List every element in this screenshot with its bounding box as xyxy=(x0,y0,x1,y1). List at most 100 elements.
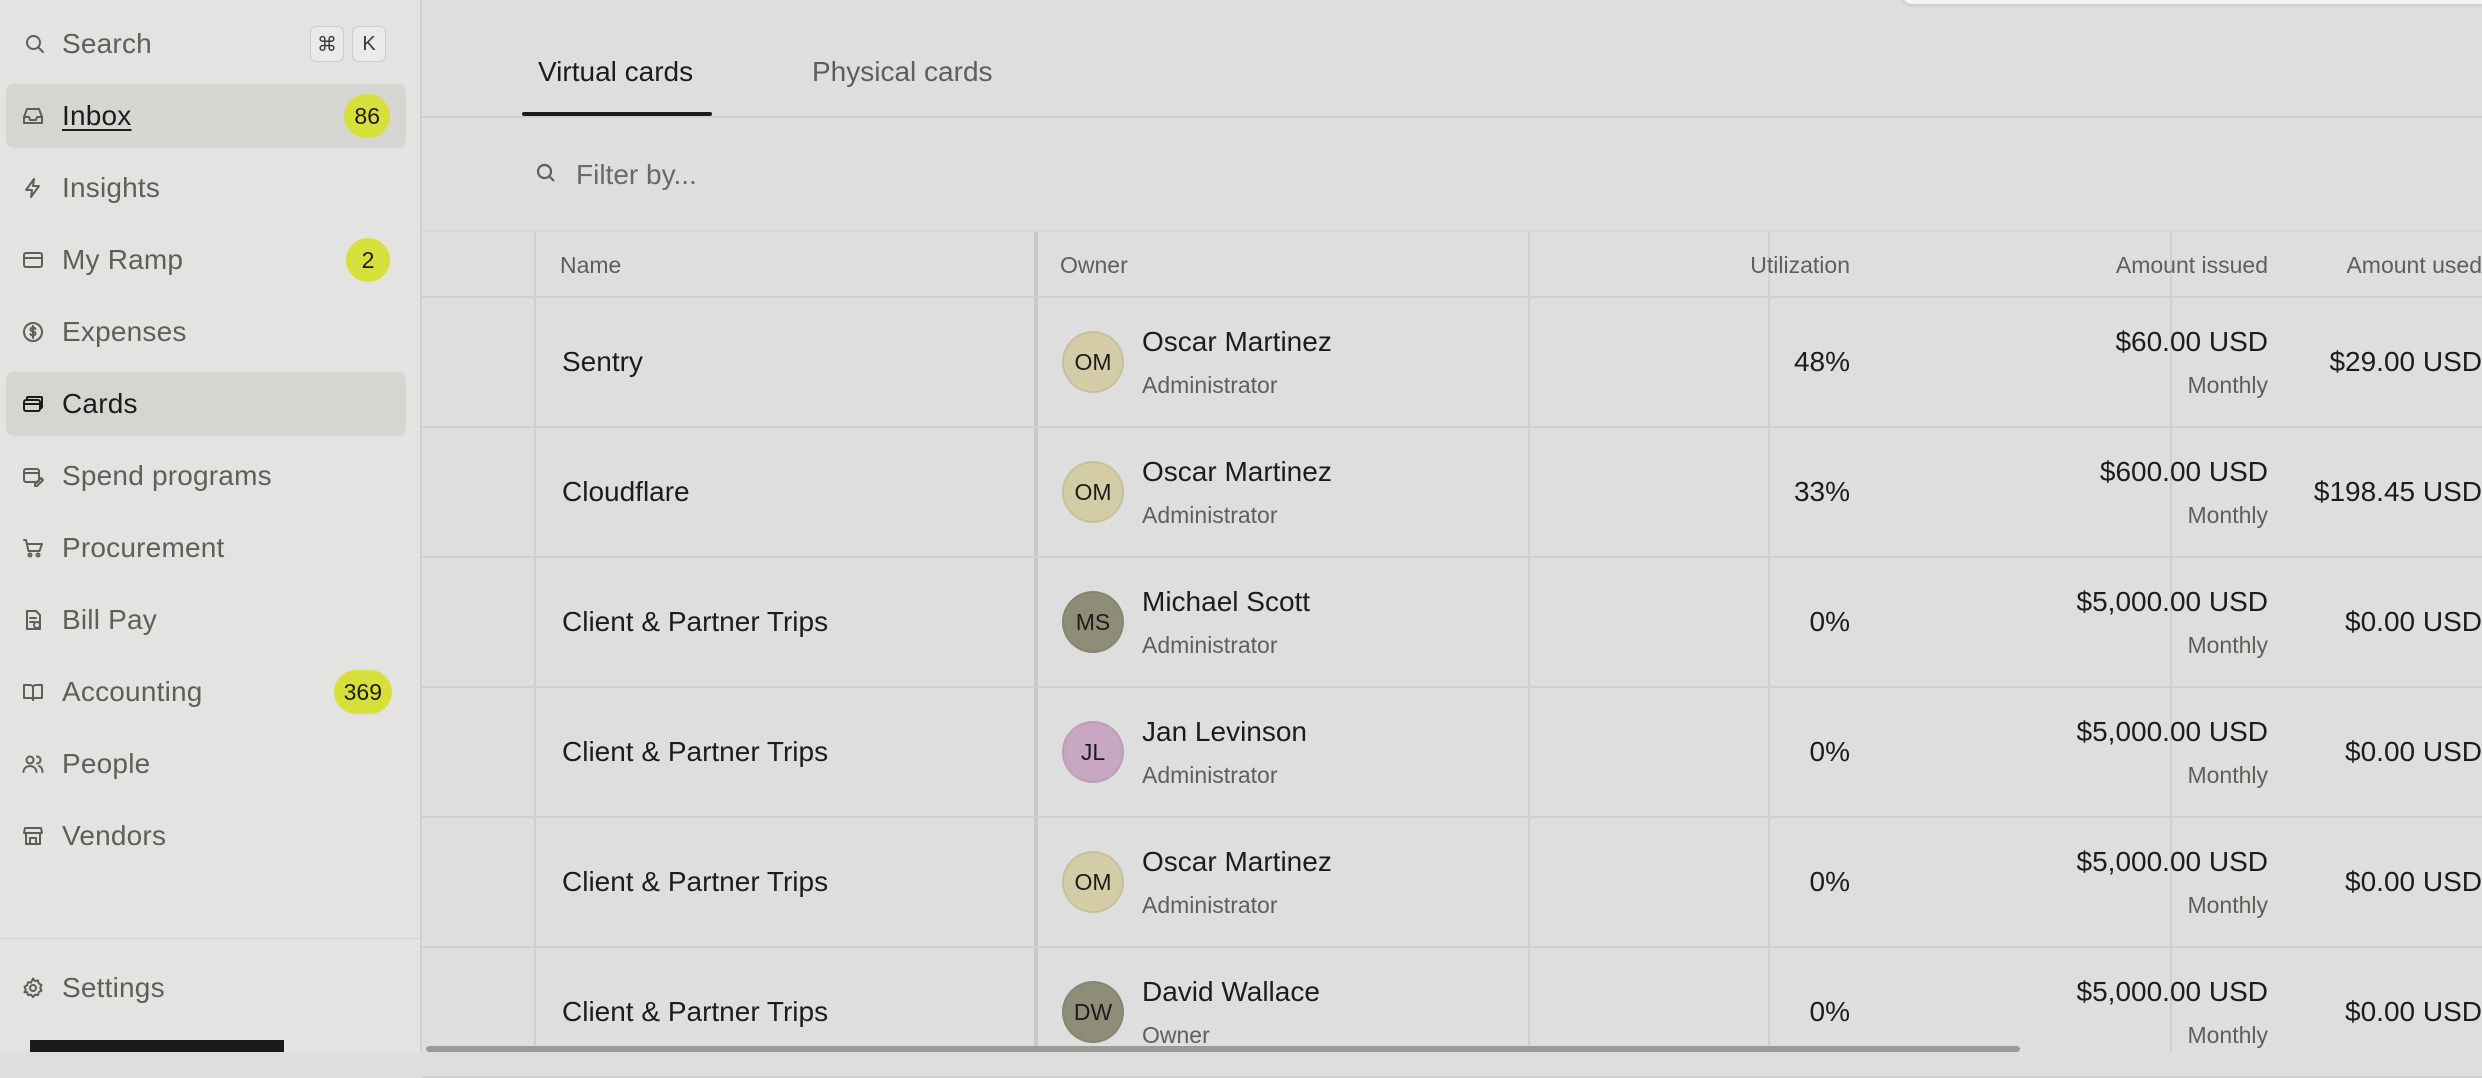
table-row[interactable]: Client & Partner Trips DW David Wallace Own… xyxy=(422,948,2482,1078)
inbox-icon xyxy=(20,103,46,129)
main-content: Virtual cards Physical cards Filter by..… xyxy=(422,0,2482,1078)
table-header: Name Owner Utilization Amount issued Amo… xyxy=(422,232,2482,298)
search-icon xyxy=(22,31,48,57)
table-row[interactable]: Cloudflare OM Oscar Martinez Administrator 3… xyxy=(422,428,2482,558)
tab-physical-cards[interactable]: Physical cards xyxy=(812,56,993,88)
sidebar-item-label: My Ramp xyxy=(62,244,184,275)
avatar: DW xyxy=(1062,981,1124,1043)
bolt-icon xyxy=(20,175,46,201)
owner-role: Administrator xyxy=(1142,892,1278,918)
avatar: OM xyxy=(1062,851,1124,913)
utilization-value: 0% xyxy=(1809,996,1850,1027)
owner-role: Owner xyxy=(1142,1022,1210,1048)
cards-table: Name Owner Utilization Amount issued Amo… xyxy=(422,232,2482,1078)
table-row[interactable]: Client & Partner Trips MS Michael Scott Adm… xyxy=(422,558,2482,688)
sidebar-item-label: People xyxy=(62,748,151,779)
sidebar-item-inbox[interactable]: Inbox 86 xyxy=(6,84,406,148)
people-icon xyxy=(20,751,46,777)
sidebar-item-my-ramp[interactable]: My Ramp 2 xyxy=(6,228,406,292)
amount-used-value: $29.00 USD xyxy=(2329,346,2482,377)
accounting-count-badge: 369 xyxy=(333,670,392,714)
utilization-value: 0% xyxy=(1809,866,1850,897)
column-header-owner[interactable]: Owner xyxy=(1060,252,1128,279)
sidebar-item-people[interactable]: People xyxy=(6,732,406,796)
sidebar-item-settings[interactable]: Settings xyxy=(6,956,406,1020)
utilization-value: 33% xyxy=(1793,476,1850,507)
utilization-value: 0% xyxy=(1809,736,1850,767)
sidebar-item-label: Settings xyxy=(62,972,165,1003)
table-row[interactable]: Sentry OM Oscar Martinez Administrator 48% $6… xyxy=(422,298,2482,428)
sidebar-item-label: Insights xyxy=(62,172,161,203)
card-name: Client & Partner Trips xyxy=(562,736,829,767)
overlay-panel-edge xyxy=(1902,0,2482,4)
sidebar-divider xyxy=(0,938,420,939)
sidebar-item-bill-pay[interactable]: Bill Pay xyxy=(6,588,406,652)
filter-input[interactable]: Filter by... xyxy=(534,155,697,195)
owner-name: Oscar Martinez xyxy=(1142,456,1332,487)
my-ramp-count-badge: 2 xyxy=(346,238,390,282)
amount-used-value: $0.00 USD xyxy=(2345,736,2482,767)
sidebar-item-vendors[interactable]: Vendors xyxy=(6,804,406,868)
sidebar-item-label: Vendors xyxy=(62,820,167,851)
limit-period: Monthly xyxy=(2187,632,2268,658)
limit-period: Monthly xyxy=(2187,372,2268,398)
sidebar-item-label: Procurement xyxy=(62,532,225,563)
column-header-name[interactable]: Name xyxy=(560,252,621,279)
amount-issued-value: $5,000.00 USD xyxy=(2076,976,2268,1007)
amount-used-value: $0.00 USD xyxy=(2345,996,2482,1027)
card-name: Client & Partner Trips xyxy=(562,996,829,1027)
amount-issued-value: $5,000.00 USD xyxy=(2076,846,2268,877)
amount-used-value: $0.00 USD xyxy=(2345,866,2482,897)
column-header-amount-issued[interactable]: Amount issued xyxy=(2116,252,2268,279)
amount-used-value: $198.45 USD xyxy=(2313,476,2482,507)
sidebar: Search ⌘ K Inbox 86 Insights My Ramp 2 E… xyxy=(0,0,422,1052)
table-row[interactable]: Client & Partner Trips JL Jan Levinson Admi… xyxy=(422,688,2482,818)
horizontal-scrollbar[interactable] xyxy=(426,1046,2020,1052)
cards-stack-icon xyxy=(20,391,46,417)
owner-name: Jan Levinson xyxy=(1142,716,1308,747)
sidebar-item-spend-programs[interactable]: Spend programs xyxy=(6,444,406,508)
sidebar-item-expenses[interactable]: Expenses xyxy=(6,300,406,364)
limit-period: Monthly xyxy=(2187,1022,2268,1048)
sidebar-item-label: Spend programs xyxy=(62,460,272,491)
avatar: JL xyxy=(1062,721,1124,783)
sidebar-item-accounting[interactable]: Accounting 369 xyxy=(6,660,406,724)
sidebar-item-label: Bill Pay xyxy=(62,604,157,635)
table-body: Sentry OM Oscar Martinez Administrator 48% $6… xyxy=(422,298,2482,1078)
owner-name: Oscar Martinez xyxy=(1142,326,1332,357)
card-name: Client & Partner Trips xyxy=(562,606,829,637)
owner-role: Administrator xyxy=(1142,502,1278,528)
cart-icon xyxy=(20,535,46,561)
sidebar-item-label: Expenses xyxy=(62,316,187,347)
owner-name: David Wallace xyxy=(1142,976,1320,1007)
card-name: Client & Partner Trips xyxy=(562,866,829,897)
filter-placeholder: Filter by... xyxy=(576,159,697,190)
shortcut-k-key: K xyxy=(352,26,386,62)
search-icon xyxy=(534,161,558,190)
avatar: MS xyxy=(1062,591,1124,653)
sidebar-item-label: Inbox xyxy=(62,100,132,131)
sidebar-item-cards[interactable]: Cards xyxy=(6,372,406,436)
limit-period: Monthly xyxy=(2187,762,2268,788)
book-icon xyxy=(20,679,46,705)
sidebar-item-label: Cards xyxy=(62,388,138,419)
card-outline-icon xyxy=(20,247,46,273)
sidebar-item-label: Accounting xyxy=(62,676,203,707)
tab-virtual-cards[interactable]: Virtual cards xyxy=(538,56,693,88)
bill-icon xyxy=(20,607,46,633)
column-header-utilization[interactable]: Utilization xyxy=(1750,252,1850,279)
bottom-toolbar xyxy=(30,1040,284,1052)
utilization-value: 48% xyxy=(1793,346,1850,377)
sidebar-item-insights[interactable]: Insights xyxy=(6,156,406,220)
column-header-amount-used[interactable]: Amount used xyxy=(2346,252,2482,279)
shortcut-cmd-key: ⌘ xyxy=(310,26,344,62)
limit-period: Monthly xyxy=(2187,892,2268,918)
amount-issued-value: $5,000.00 USD xyxy=(2076,586,2268,617)
limit-period: Monthly xyxy=(2187,502,2268,528)
search-button[interactable]: Search ⌘ K xyxy=(8,12,405,76)
sidebar-item-procurement[interactable]: Procurement xyxy=(6,516,406,580)
card-name: Sentry xyxy=(562,346,643,377)
owner-role: Administrator xyxy=(1142,372,1278,398)
table-row[interactable]: Client & Partner Trips OM Oscar Martinez Ad… xyxy=(422,818,2482,948)
avatar: OM xyxy=(1062,331,1124,393)
